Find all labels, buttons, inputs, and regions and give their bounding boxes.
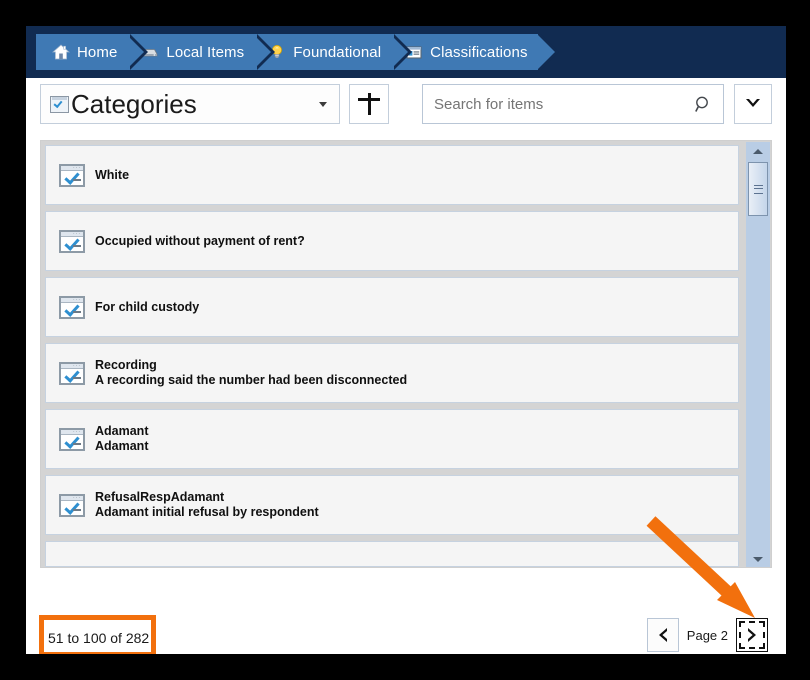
next-page-button[interactable] [736,618,768,652]
triangle-up-icon [753,148,763,154]
breadcrumb-label: Local Items [166,43,245,61]
list-item-text: Recording A recording said the number ha… [95,358,407,388]
checked-window-icon: ··· [59,427,85,451]
list-item[interactable]: ··· Adamant Adamant [45,409,739,469]
previous-page-button[interactable] [646,618,679,652]
list-item[interactable]: ··· White [45,145,739,205]
list-item[interactable]: ··· Occupied without payment of rent? [45,211,739,271]
breadcrumb-label: Home [77,43,118,61]
result-range-label: 51 to 100 of 282 [48,630,150,646]
chevron-left-icon [658,628,667,642]
breadcrumb-label: Foundational [293,43,382,61]
checked-window-icon: ··· [59,229,85,253]
grip-icon [754,185,763,194]
chevron-right-icon [748,628,756,642]
list-item-title: Recording [95,358,157,372]
home-icon [52,43,70,61]
items-list-panel: ··· White ··· Occupied without payment o… [40,140,772,568]
scroll-down-button[interactable] [746,550,770,567]
header-band: Home Local Items Foundational Classifica… [26,26,786,78]
page-number-label: Page 2 [686,627,728,643]
checked-window-icon: ··· [59,163,85,187]
list-item-text: White [95,166,129,184]
application-window: Home Local Items Foundational Classifica… [26,26,786,654]
category-dropdown[interactable]: Categories [40,84,340,124]
breadcrumb-label: Classifications [430,43,528,61]
list-item-title: For child custody [95,300,200,314]
list-item[interactable]: ··· For child custody [45,277,739,337]
scroll-up-button[interactable] [746,142,770,160]
checked-window-icon: ··· [59,361,85,385]
list-item-text: RefusalRespAdamant Adamant initial refus… [95,490,319,520]
vertical-scrollbar[interactable] [746,142,770,567]
triangle-down-icon [753,556,763,562]
list-item-title: Occupied without payment of rent? [95,234,305,248]
breadcrumb-item-classifications[interactable]: Classifications [391,34,559,70]
items-list: ··· White ··· Occupied without payment o… [41,141,747,567]
chevron-down-icon [319,102,327,107]
magnifier-icon[interactable] [694,95,713,114]
plus-icon-bar [358,98,380,101]
checked-window-icon: ··· [59,493,85,517]
search-container[interactable] [422,84,724,124]
list-item[interactable] [45,541,739,567]
search-options-button[interactable] [734,84,772,124]
category-dropdown-label: Categories [71,89,197,119]
list-item-text: For child custody [95,298,199,316]
list-item[interactable]: ··· Recording A recording said the numbe… [45,343,739,403]
chevron-down-icon [746,99,760,107]
footer: 51 to 100 of 282 Page 2 [26,582,786,654]
scrollbar-thumb[interactable] [748,162,768,216]
add-category-button[interactable] [349,84,389,124]
checked-window-icon: ··· [59,295,85,319]
list-item[interactable]: ··· RefusalRespAdamant Adamant initial r… [45,475,739,535]
list-item-text: Adamant Adamant [95,424,148,454]
breadcrumb-item-home[interactable]: Home [36,34,149,70]
list-item-title: Adamant [95,424,149,438]
list-item-subtitle: Adamant initial refusal by respondent [95,505,319,519]
breadcrumb: Home Local Items Foundational Classifica… [36,34,559,70]
toolbar: Categories [26,78,786,132]
list-item-title: White [95,168,130,182]
checked-window-icon [50,95,69,113]
list-item-subtitle: Adamant [95,439,149,453]
pagination: Page 2 [646,618,768,652]
plus-icon [368,93,371,115]
list-item-subtitle: A recording said the number had been dis… [95,373,408,387]
list-item-title: RefusalRespAdamant [95,490,225,504]
search-input[interactable] [432,94,686,114]
list-item-text: Occupied without payment of rent? [95,232,305,250]
